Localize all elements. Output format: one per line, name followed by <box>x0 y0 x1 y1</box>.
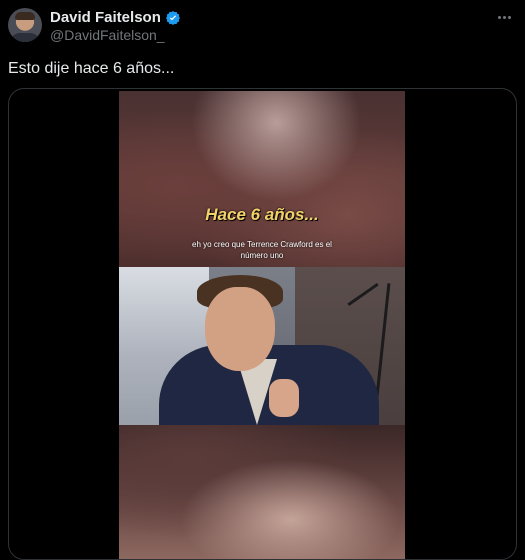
verified-badge-icon <box>165 10 180 25</box>
video-scene <box>119 267 405 435</box>
author-handle[interactable]: @DavidFaitelson_ <box>50 27 165 43</box>
caption-line-2: número uno <box>240 251 284 260</box>
author-display-name[interactable]: David Faitelson <box>50 9 161 26</box>
video-caption-subtitle: eh yo creo que Terrence Crawford es el n… <box>119 239 405 261</box>
video-player[interactable]: Hace 6 años... eh yo creo que Terrence C… <box>8 88 517 560</box>
caption-line-1: eh yo creo que Terrence Crawford es el <box>192 240 332 249</box>
video-frame[interactable]: Hace 6 años... eh yo creo que Terrence C… <box>119 91 405 559</box>
avatar[interactable] <box>8 8 42 42</box>
post-text: Esto dije hace 6 años... <box>8 60 175 77</box>
author-name-row: David Faitelson <box>50 9 181 26</box>
blurred-background-bottom <box>119 425 405 559</box>
video-caption-title: Hace 6 años... <box>205 205 319 224</box>
more-options-icon[interactable] <box>493 8 515 26</box>
